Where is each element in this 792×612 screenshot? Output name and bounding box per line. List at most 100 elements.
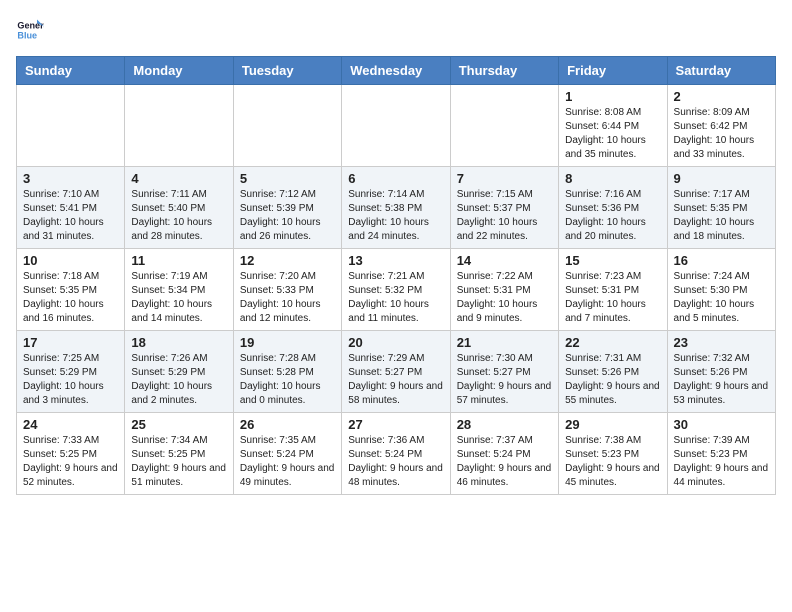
calendar-week-row: 1 Sunrise: 8:08 AM Sunset: 6:44 PM Daylig… <box>17 85 776 167</box>
day-number: 8 <box>565 171 660 186</box>
calendar-cell: 18Sunrise: 7:26 AM Sunset: 5:29 PM Dayli… <box>125 331 233 413</box>
day-number: 17 <box>23 335 118 350</box>
day-number: 6 <box>348 171 443 186</box>
calendar-week-row: 10Sunrise: 7:18 AM Sunset: 5:35 PM Dayli… <box>17 249 776 331</box>
svg-text:General: General <box>17 21 44 31</box>
day-of-week-header: Wednesday <box>342 57 450 85</box>
calendar-cell: 2 Sunrise: 8:09 AM Sunset: 6:42 PM Daylig… <box>667 85 775 167</box>
calendar-cell: 6 Sunrise: 7:14 AM Sunset: 5:38 PM Daylig… <box>342 167 450 249</box>
logo: General Blue <box>16 16 44 44</box>
day-number: 16 <box>674 253 769 268</box>
day-number: 30 <box>674 417 769 432</box>
day-info: Sunrise: 7:36 AM Sunset: 5:24 PM Dayligh… <box>348 434 443 490</box>
day-number: 23 <box>674 335 769 350</box>
calendar-cell: 10Sunrise: 7:18 AM Sunset: 5:35 PM Dayli… <box>17 249 125 331</box>
calendar-cell: 12 Sunrise: 7:20 AM Sunset: 5:33 PM Dayli… <box>233 249 341 331</box>
calendar-cell: 9 Sunrise: 7:17 AM Sunset: 5:35 PM Daylig… <box>667 167 775 249</box>
day-info: Sunrise: 8:08 AM Sunset: 6:44 PM Dayligh… <box>565 106 660 162</box>
day-info: Sunrise: 7:33 AM Sunset: 5:25 PM Dayligh… <box>23 434 118 490</box>
day-info: Sunrise: 7:15 AM Sunset: 5:37 PM Dayligh… <box>457 188 552 244</box>
day-info: Sunrise: 7:20 AM Sunset: 5:33 PM Dayligh… <box>240 270 335 326</box>
calendar-cell <box>450 85 558 167</box>
day-info: Sunrise: 7:21 AM Sunset: 5:32 PM Dayligh… <box>348 270 443 326</box>
calendar-cell: 7 Sunrise: 7:15 AM Sunset: 5:37 PM Daylig… <box>450 167 558 249</box>
calendar-cell: 25 Sunrise: 7:34 AM Sunset: 5:25 PM Dayli… <box>125 413 233 495</box>
svg-text:Blue: Blue <box>17 30 37 40</box>
day-info: Sunrise: 7:37 AM Sunset: 5:24 PM Dayligh… <box>457 434 552 490</box>
calendar-cell: 24 Sunrise: 7:33 AM Sunset: 5:25 PM Dayli… <box>17 413 125 495</box>
day-info: Sunrise: 7:26 AM Sunset: 5:29 PM Dayligh… <box>131 352 226 408</box>
day-number: 4 <box>131 171 226 186</box>
day-number: 7 <box>457 171 552 186</box>
day-number: 5 <box>240 171 335 186</box>
calendar-cell: 16Sunrise: 7:24 AM Sunset: 5:30 PM Dayli… <box>667 249 775 331</box>
calendar-cell: 20Sunrise: 7:29 AM Sunset: 5:27 PM Dayli… <box>342 331 450 413</box>
day-number: 28 <box>457 417 552 432</box>
calendar-cell <box>342 85 450 167</box>
day-info: Sunrise: 7:35 AM Sunset: 5:24 PM Dayligh… <box>240 434 335 490</box>
calendar-cell: 8 Sunrise: 7:16 AM Sunset: 5:36 PM Daylig… <box>559 167 667 249</box>
day-info: Sunrise: 7:39 AM Sunset: 5:23 PM Dayligh… <box>674 434 769 490</box>
day-info: Sunrise: 7:22 AM Sunset: 5:31 PM Dayligh… <box>457 270 552 326</box>
day-info: Sunrise: 7:34 AM Sunset: 5:25 PM Dayligh… <box>131 434 226 490</box>
calendar-cell: 5Sunrise: 7:12 AM Sunset: 5:39 PM Daylig… <box>233 167 341 249</box>
day-number: 22 <box>565 335 660 350</box>
calendar-week-row: 3 Sunrise: 7:10 AM Sunset: 5:41 PM Daylig… <box>17 167 776 249</box>
calendar-cell <box>125 85 233 167</box>
day-info: Sunrise: 7:31 AM Sunset: 5:26 PM Dayligh… <box>565 352 660 408</box>
day-of-week-header: Saturday <box>667 57 775 85</box>
calendar-cell: 19 Sunrise: 7:28 AM Sunset: 5:28 PM Dayli… <box>233 331 341 413</box>
day-number: 9 <box>674 171 769 186</box>
calendar-cell: 30 Sunrise: 7:39 AM Sunset: 5:23 PM Dayli… <box>667 413 775 495</box>
calendar-cell: 3 Sunrise: 7:10 AM Sunset: 5:41 PM Daylig… <box>17 167 125 249</box>
day-number: 25 <box>131 417 226 432</box>
day-info: Sunrise: 7:14 AM Sunset: 5:38 PM Dayligh… <box>348 188 443 244</box>
day-of-week-header: Thursday <box>450 57 558 85</box>
day-info: Sunrise: 7:25 AM Sunset: 5:29 PM Dayligh… <box>23 352 118 408</box>
calendar-header-row: SundayMondayTuesdayWednesdayThursdayFrid… <box>17 57 776 85</box>
day-info: Sunrise: 7:16 AM Sunset: 5:36 PM Dayligh… <box>565 188 660 244</box>
day-info: Sunrise: 7:23 AM Sunset: 5:31 PM Dayligh… <box>565 270 660 326</box>
day-number: 2 <box>674 89 769 104</box>
day-of-week-header: Tuesday <box>233 57 341 85</box>
day-number: 24 <box>23 417 118 432</box>
day-of-week-header: Sunday <box>17 57 125 85</box>
calendar-cell: 26 Sunrise: 7:35 AM Sunset: 5:24 PM Dayli… <box>233 413 341 495</box>
day-number: 10 <box>23 253 118 268</box>
logo-icon: General Blue <box>16 16 44 44</box>
day-number: 1 <box>565 89 660 104</box>
calendar-cell: 15 Sunrise: 7:23 AM Sunset: 5:31 PM Dayli… <box>559 249 667 331</box>
day-info: Sunrise: 7:17 AM Sunset: 5:35 PM Dayligh… <box>674 188 769 244</box>
calendar-cell: 29 Sunrise: 7:38 AM Sunset: 5:23 PM Dayli… <box>559 413 667 495</box>
day-number: 29 <box>565 417 660 432</box>
calendar-week-row: 17 Sunrise: 7:25 AM Sunset: 5:29 PM Dayli… <box>17 331 776 413</box>
day-number: 12 <box>240 253 335 268</box>
day-info: Sunrise: 8:09 AM Sunset: 6:42 PM Dayligh… <box>674 106 769 162</box>
day-number: 19 <box>240 335 335 350</box>
day-number: 26 <box>240 417 335 432</box>
day-info: Sunrise: 7:11 AM Sunset: 5:40 PM Dayligh… <box>131 188 226 244</box>
day-number: 11 <box>131 253 226 268</box>
calendar-cell: 21Sunrise: 7:30 AM Sunset: 5:27 PM Dayli… <box>450 331 558 413</box>
calendar-cell: 11 Sunrise: 7:19 AM Sunset: 5:34 PM Dayli… <box>125 249 233 331</box>
calendar-cell: 28 Sunrise: 7:37 AM Sunset: 5:24 PM Dayli… <box>450 413 558 495</box>
calendar-table: SundayMondayTuesdayWednesdayThursdayFrid… <box>16 56 776 495</box>
day-of-week-header: Monday <box>125 57 233 85</box>
day-number: 3 <box>23 171 118 186</box>
calendar-cell: 22 Sunrise: 7:31 AM Sunset: 5:26 PM Dayli… <box>559 331 667 413</box>
day-number: 27 <box>348 417 443 432</box>
calendar-cell <box>233 85 341 167</box>
day-number: 13 <box>348 253 443 268</box>
day-info: Sunrise: 7:38 AM Sunset: 5:23 PM Dayligh… <box>565 434 660 490</box>
calendar-cell: 17 Sunrise: 7:25 AM Sunset: 5:29 PM Dayli… <box>17 331 125 413</box>
calendar-cell: 1 Sunrise: 8:08 AM Sunset: 6:44 PM Daylig… <box>559 85 667 167</box>
day-info: Sunrise: 7:19 AM Sunset: 5:34 PM Dayligh… <box>131 270 226 326</box>
calendar-cell: 13 Sunrise: 7:21 AM Sunset: 5:32 PM Dayli… <box>342 249 450 331</box>
day-number: 15 <box>565 253 660 268</box>
day-number: 14 <box>457 253 552 268</box>
calendar-cell: 27 Sunrise: 7:36 AM Sunset: 5:24 PM Dayli… <box>342 413 450 495</box>
calendar-cell: 14 Sunrise: 7:22 AM Sunset: 5:31 PM Dayli… <box>450 249 558 331</box>
day-info: Sunrise: 7:10 AM Sunset: 5:41 PM Dayligh… <box>23 188 118 244</box>
day-info: Sunrise: 7:28 AM Sunset: 5:28 PM Dayligh… <box>240 352 335 408</box>
day-number: 21 <box>457 335 552 350</box>
